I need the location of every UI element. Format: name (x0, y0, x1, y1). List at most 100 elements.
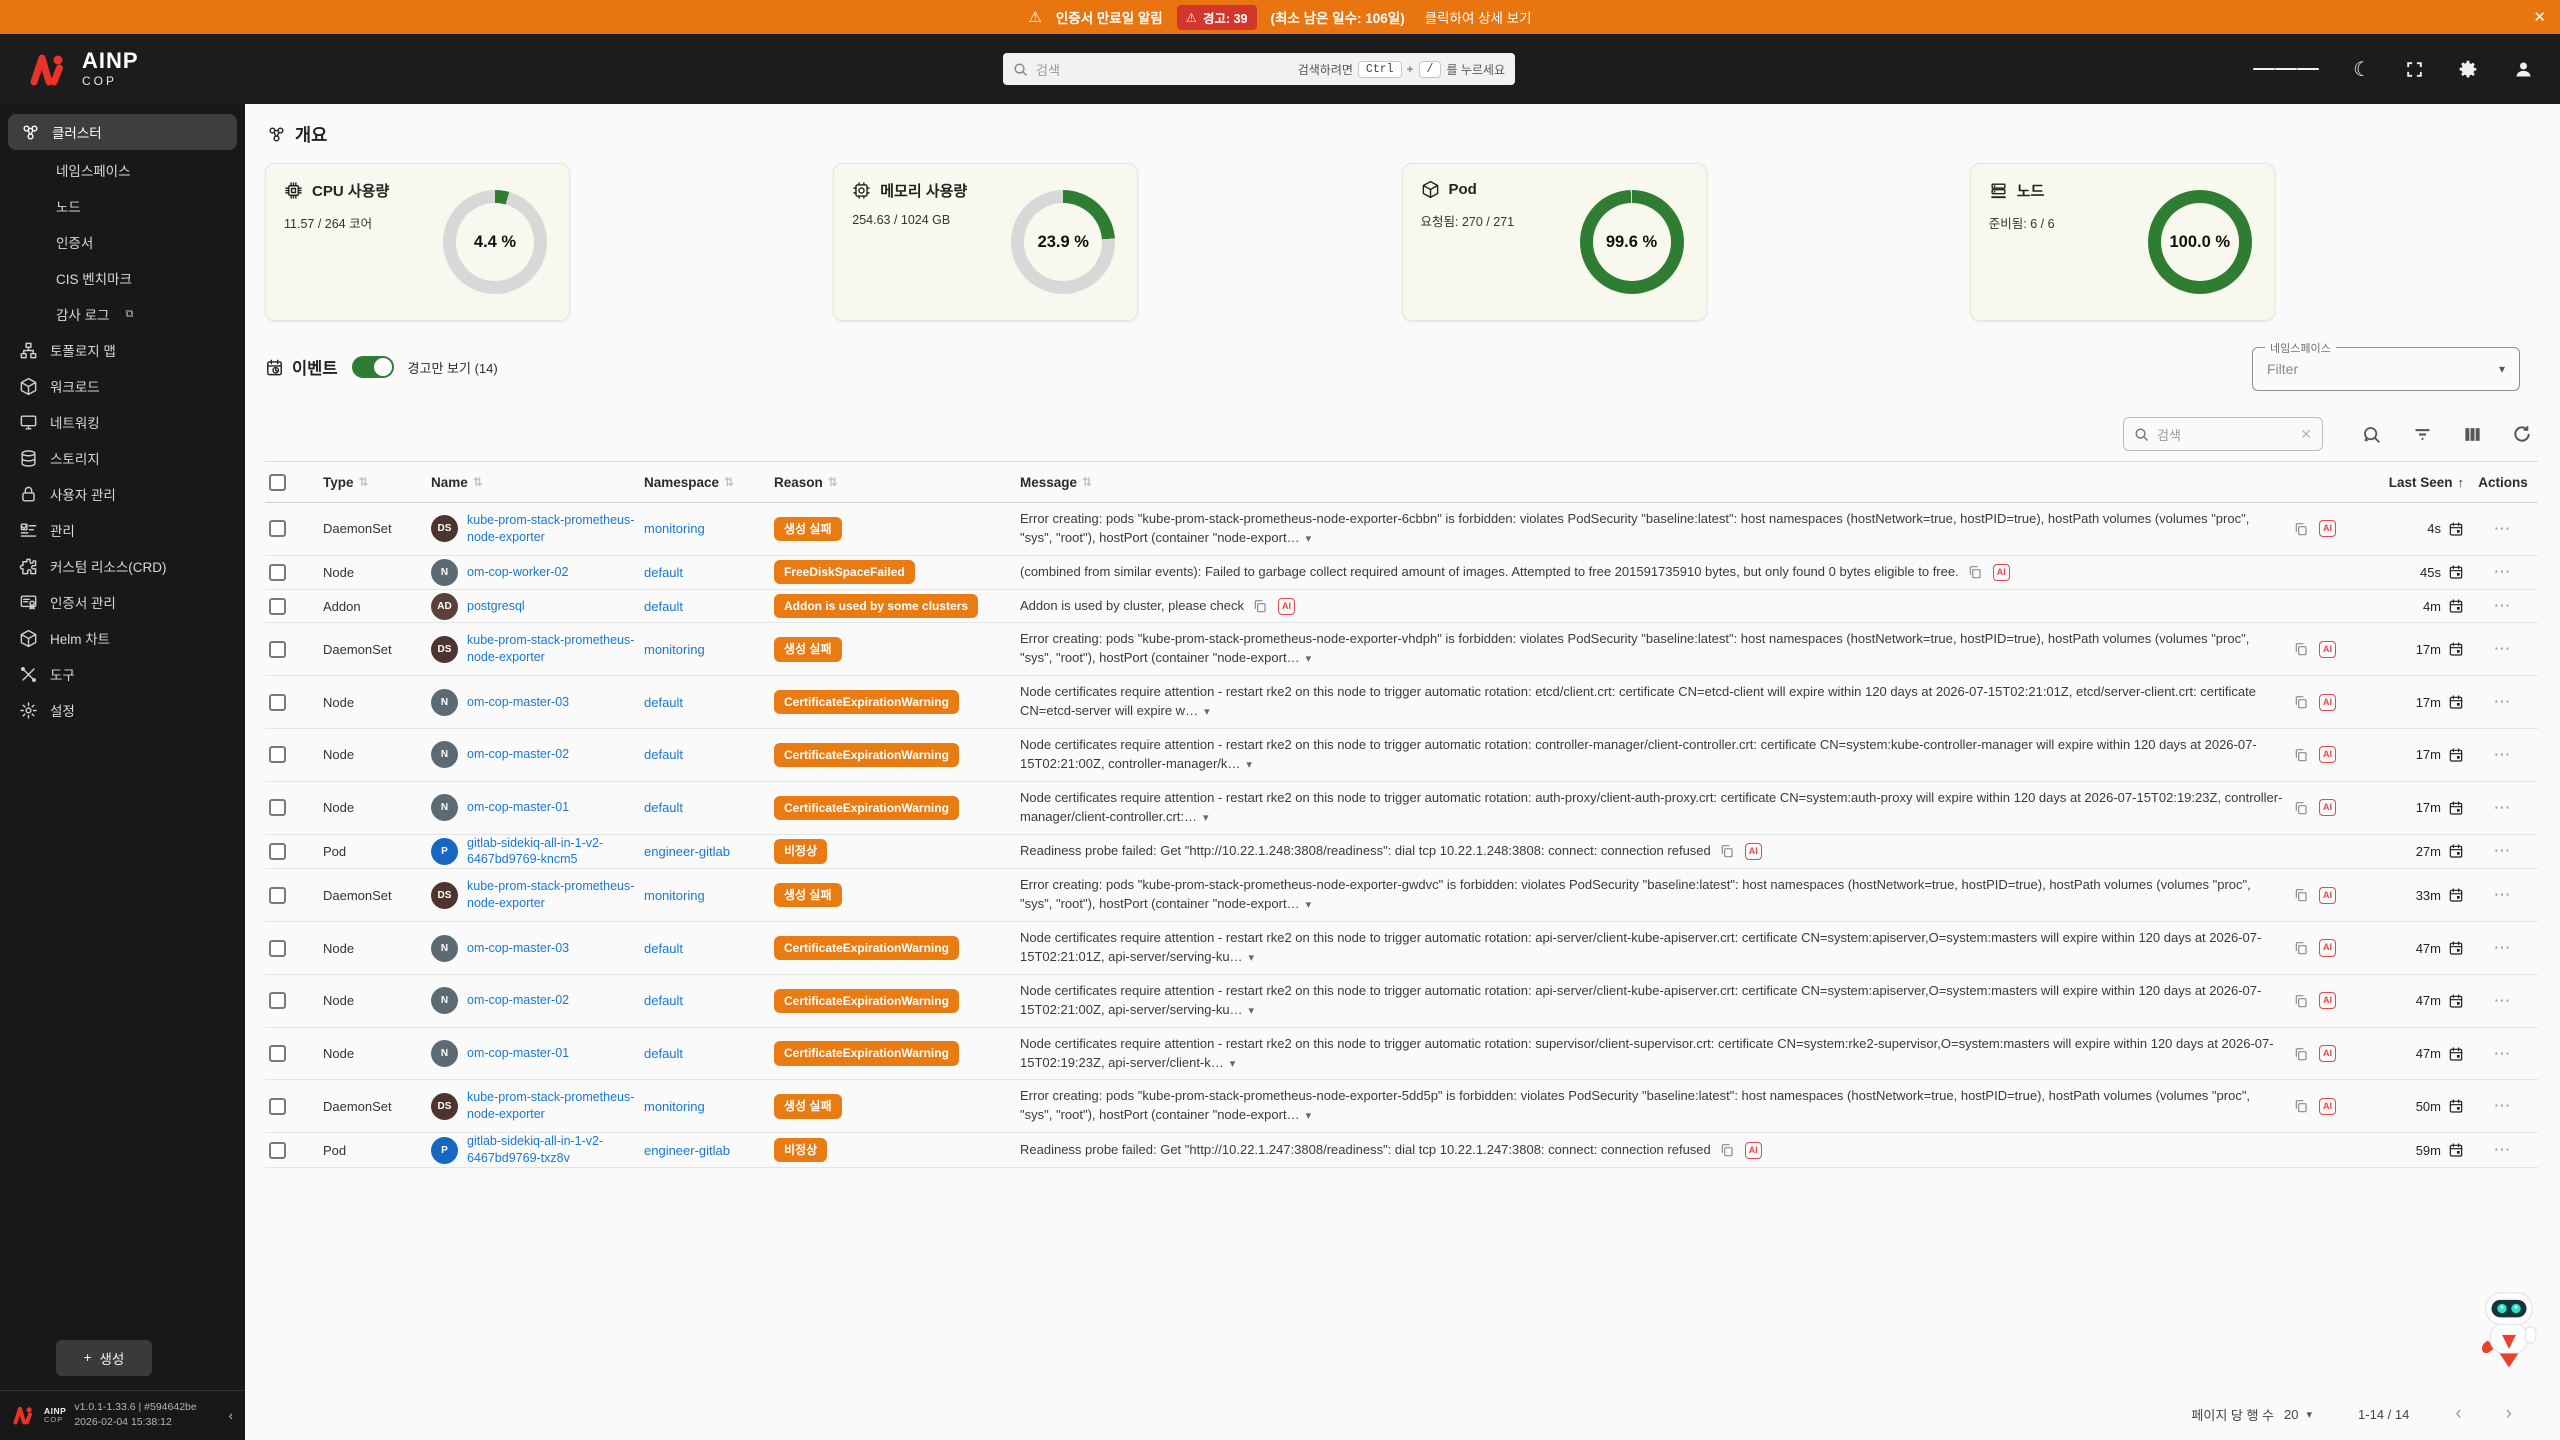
fullscreen-icon[interactable] (2405, 60, 2424, 79)
resource-name-link[interactable]: om-cop-master-01 (467, 799, 569, 816)
row-actions-menu[interactable]: ⋯ (2472, 1140, 2534, 1160)
row-actions-menu[interactable]: ⋯ (2472, 596, 2534, 616)
sidebar-item-1[interactable]: 네임스페이스 (0, 152, 245, 188)
row-checkbox[interactable] (269, 597, 286, 615)
row-namespace-link[interactable]: monitoring (644, 1099, 766, 1114)
row-checkbox[interactable] (269, 1097, 286, 1115)
settings-gear-icon[interactable] (2458, 59, 2479, 80)
next-page-button[interactable]: › (2506, 1403, 2512, 1425)
sidebar-item-12[interactable]: 커스텀 리소스(CRD) (0, 548, 245, 584)
sidebar-item-6[interactable]: 토폴로지 맵 (0, 332, 245, 368)
resource-name-link[interactable]: gitlab-sidekiq-all-in-1-v2-6467bd9769-kn… (467, 835, 636, 869)
expand-message-icon[interactable]: ▾ (1306, 533, 1312, 545)
select-all-checkbox[interactable] (269, 473, 286, 491)
row-actions-menu[interactable]: ⋯ (2472, 938, 2534, 958)
ai-analyze-button[interactable]: AI (1278, 597, 1296, 615)
ai-analyze-button[interactable]: AI (2319, 992, 2336, 1010)
resource-name-link[interactable]: gitlab-sidekiq-all-in-1-v2-6467bd9769-tx… (467, 1133, 636, 1167)
ai-analyze-button[interactable]: AI (2319, 1045, 2336, 1063)
ai-analyze-button[interactable]: AI (2319, 799, 2336, 817)
row-checkbox[interactable] (269, 563, 286, 581)
sidebar-item-0[interactable]: 클러스터 (8, 114, 237, 150)
resource-name-link[interactable]: om-cop-master-02 (467, 992, 569, 1009)
copy-icon[interactable] (2293, 747, 2309, 763)
calendar-icon[interactable] (2448, 800, 2464, 816)
column-header-message[interactable]: Message ⇅ (1020, 475, 2336, 490)
ai-analyze-button[interactable]: AI (2319, 520, 2336, 538)
expand-message-icon[interactable]: ▾ (1203, 812, 1209, 824)
row-checkbox[interactable] (269, 992, 286, 1010)
calendar-icon[interactable] (2448, 564, 2464, 580)
resource-name-link[interactable]: om-cop-master-03 (467, 940, 569, 957)
copy-icon[interactable] (1719, 843, 1735, 859)
row-checkbox[interactable] (269, 520, 286, 538)
ai-analyze-button[interactable]: AI (1744, 1141, 1762, 1159)
row-checkbox[interactable] (269, 640, 286, 658)
calendar-icon[interactable] (2448, 843, 2464, 859)
row-namespace-link[interactable]: default (644, 695, 766, 710)
resource-name-link[interactable]: kube-prom-stack-prometheus-node-exporter (467, 878, 636, 912)
fuzzy-search-icon[interactable] (2361, 424, 2382, 445)
refresh-icon[interactable] (2512, 424, 2532, 444)
copy-icon[interactable] (1719, 1142, 1735, 1158)
row-namespace-link[interactable]: monitoring (644, 888, 766, 903)
previous-page-button[interactable]: ‹ (2455, 1403, 2461, 1425)
ai-analyze-button[interactable]: AI (2319, 1097, 2336, 1115)
row-actions-menu[interactable]: ⋯ (2472, 885, 2534, 905)
expand-message-icon[interactable]: ▾ (1306, 653, 1312, 665)
row-checkbox[interactable] (269, 886, 286, 904)
column-header-name[interactable]: Name ⇅ (431, 475, 636, 490)
resource-name-link[interactable]: om-cop-worker-02 (467, 564, 568, 581)
copy-icon[interactable] (2293, 641, 2309, 657)
row-checkbox[interactable] (269, 1045, 286, 1063)
row-actions-menu[interactable]: ⋯ (2472, 1044, 2534, 1064)
global-search-input[interactable]: 검색 검색하려면 Ctrl + / 를 누르세요 (1003, 53, 1515, 85)
resource-name-link[interactable]: kube-prom-stack-prometheus-node-exporter (467, 1089, 636, 1123)
sidebar-item-14[interactable]: Helm 차트 (0, 620, 245, 656)
column-header-reason[interactable]: Reason ⇅ (774, 475, 1012, 490)
account-icon[interactable] (2513, 59, 2534, 80)
row-actions-menu[interactable]: ⋯ (2472, 1096, 2534, 1116)
resource-name-link[interactable]: kube-prom-stack-prometheus-node-exporter (467, 512, 636, 546)
resource-name-link[interactable]: kube-prom-stack-prometheus-node-exporter (467, 632, 636, 666)
column-header-namespace[interactable]: Namespace ⇅ (644, 475, 766, 490)
copy-icon[interactable] (2293, 940, 2309, 956)
table-search-input[interactable]: 검색 ✕ (2123, 417, 2323, 451)
copy-icon[interactable] (2293, 800, 2309, 816)
sidebar-item-11[interactable]: 관리 (0, 512, 245, 548)
expand-message-icon[interactable]: ▾ (1230, 1058, 1236, 1070)
clear-search-icon[interactable]: ✕ (2300, 426, 2312, 443)
row-namespace-link[interactable]: monitoring (644, 521, 766, 536)
calendar-icon[interactable] (2448, 641, 2464, 657)
column-header-type[interactable]: Type ⇅ (323, 475, 423, 490)
copy-icon[interactable] (2293, 521, 2309, 537)
sidebar-item-13[interactable]: 인증서 관리 (0, 584, 245, 620)
expand-message-icon[interactable]: ▾ (1306, 1110, 1312, 1122)
dark-mode-icon[interactable]: ☾ (2353, 57, 2371, 82)
certificate-expiry-banner[interactable]: ⚠ 인증서 만료일 알림 ⚠ 경고: 39 (최소 남은 일수: 106일) 클… (0, 0, 2560, 34)
namespace-filter-select[interactable]: 네임스페이스 Filter ▾ (2252, 340, 2520, 391)
calendar-icon[interactable] (2448, 694, 2464, 710)
sidebar-item-4[interactable]: CIS 벤치마크 (0, 260, 245, 296)
row-namespace-link[interactable]: default (644, 993, 766, 1008)
copy-icon[interactable] (2293, 993, 2309, 1009)
calendar-icon[interactable] (2448, 1142, 2464, 1158)
row-namespace-link[interactable]: default (644, 941, 766, 956)
filter-icon[interactable] (2412, 424, 2433, 445)
sidebar-collapse-icon[interactable]: ‹ (229, 1408, 233, 1423)
expand-message-icon[interactable]: ▾ (1246, 759, 1252, 771)
sidebar-item-7[interactable]: 워크로드 (0, 368, 245, 404)
resource-name-link[interactable]: om-cop-master-01 (467, 1045, 569, 1062)
copy-icon[interactable] (1252, 598, 1268, 614)
row-actions-menu[interactable]: ⋯ (2472, 745, 2534, 765)
ai-analyze-button[interactable]: AI (2319, 640, 2336, 658)
row-namespace-link[interactable]: default (644, 599, 766, 614)
row-actions-menu[interactable]: ⋯ (2472, 639, 2534, 659)
ai-analyze-button[interactable]: AI (1992, 563, 2010, 581)
calendar-icon[interactable] (2448, 1046, 2464, 1062)
row-namespace-link[interactable]: default (644, 1046, 766, 1061)
calendar-icon[interactable] (2448, 747, 2464, 763)
calendar-icon[interactable] (2448, 1098, 2464, 1114)
expand-message-icon[interactable]: ▾ (1249, 952, 1255, 964)
copy-icon[interactable] (2293, 694, 2309, 710)
